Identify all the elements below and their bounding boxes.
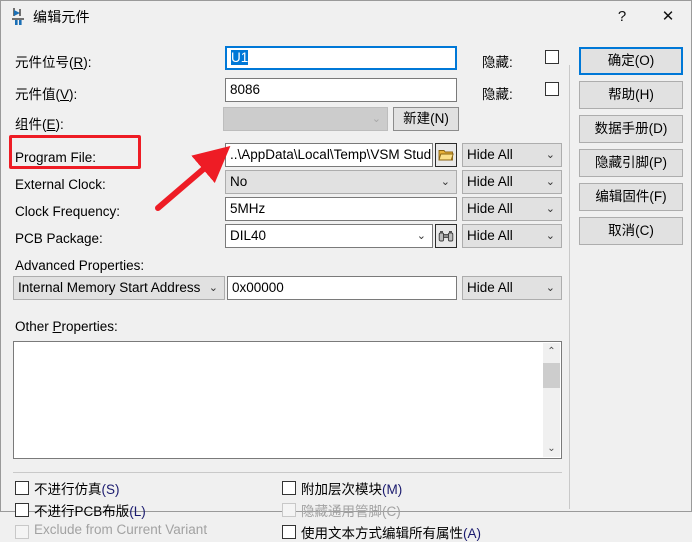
value-hide-label: 隐藏: [482,87,513,102]
chevron-down-icon: ⌄ [416,230,426,242]
advanced-properties-hide-select[interactable]: Hide All ⌄ [462,276,562,300]
reference-label: 元件位号(R): [15,55,92,70]
exclude-variant-checkbox [15,525,29,539]
scroll-up-icon[interactable]: ⌃ [543,343,560,360]
no-pcb-layout-label: 不进行PCB布版(L) [34,504,146,519]
edit-all-as-text-checkbox[interactable] [282,525,296,539]
datasheet-button[interactable]: 数据手册(D) [579,115,683,143]
edit-component-dialog: 编辑元件 ? ✕ 元件位号(R): U1 隐藏: 元件值(V): 8086 隐藏… [0,0,692,541]
chevron-down-icon: ⌄ [545,203,555,215]
clock-frequency-input[interactable]: 5MHz [225,197,457,221]
folder-open-icon[interactable] [435,143,457,167]
chevron-down-icon: ⌄ [545,230,555,242]
chevron-down-icon: ⌄ [545,149,555,161]
dialog-body: 元件位号(R): U1 隐藏: 元件值(V): 8086 隐藏: 组件(E): … [1,31,691,541]
advanced-properties-select[interactable]: Internal Memory Start Address ⌄ [13,276,225,300]
clock-frequency-hide-select[interactable]: Hide All ⌄ [462,197,562,221]
assembly-select[interactable]: ⌄ [223,107,388,131]
exclude-variant-label: Exclude from Current Variant [34,522,208,537]
clock-frequency-label: Clock Frequency: [15,204,121,219]
advanced-properties-value-input[interactable]: 0x00000 [227,276,457,300]
hide-common-pins-checkbox [282,503,296,517]
chevron-down-icon: ⌄ [545,176,555,188]
no-simulation-label: 不进行仿真(S) [34,482,120,497]
edit-firmware-button[interactable]: 编辑固件(F) [579,183,683,211]
external-clock-hide-select[interactable]: Hide All ⌄ [462,170,562,194]
reference-input[interactable]: U1 [225,46,457,70]
value-label: 元件值(V): [15,87,78,102]
chevron-down-icon: ⌄ [371,113,381,125]
chevron-down-icon: ⌄ [208,282,218,294]
textarea-scrollbar[interactable]: ⌃ ⌄ [543,343,560,457]
scroll-down-icon[interactable]: ⌄ [543,440,560,457]
pcb-package-label: PCB Package: [15,231,103,246]
external-clock-select[interactable]: No ⌄ [225,170,457,194]
pcb-package-select[interactable]: DIL40 ⌄ [225,224,433,248]
value-input[interactable]: 8086 [225,78,457,102]
other-properties-textarea[interactable]: ⌃ ⌄ [13,341,562,459]
window-title: 编辑元件 [33,9,90,25]
component-icon [10,7,28,25]
reference-hide-checkbox[interactable] [545,50,559,64]
program-file-hide-select[interactable]: Hide All ⌄ [462,143,562,167]
hide-common-pins-label: 隐藏通用管脚(C) [301,504,401,519]
program-file-input[interactable]: ..\AppData\Local\Temp\VSM Stud [225,143,433,167]
no-pcb-layout-checkbox[interactable] [15,503,29,517]
reference-hide-label: 隐藏: [482,55,513,70]
edit-all-as-text-label: 使用文本方式编辑所有属性(A) [301,526,481,541]
assembly-label: 组件(E): [15,117,64,132]
attach-hierarchy-label: 附加层次模块(M) [301,482,403,497]
cancel-button[interactable]: 取消(C) [579,217,683,245]
title-bar: 编辑元件 ? ✕ [1,1,691,31]
close-button[interactable]: ✕ [645,1,691,31]
program-file-label: Program File: [15,150,97,165]
pcb-package-hide-select[interactable]: Hide All ⌄ [462,224,562,248]
binoculars-icon[interactable] [435,224,457,248]
new-assembly-button[interactable]: 新建(N) [393,107,459,131]
help-button[interactable]: ? [599,1,645,31]
chevron-down-icon: ⌄ [545,282,555,294]
external-clock-label: External Clock: [15,177,106,192]
other-properties-label: Other Properties: [15,319,118,334]
scrollbar-thumb[interactable] [543,363,560,388]
help-action-button[interactable]: 帮助(H) [579,81,683,109]
no-simulation-checkbox[interactable] [15,481,29,495]
ok-button[interactable]: 确定(O) [579,47,683,75]
chevron-down-icon: ⌄ [440,176,450,188]
value-hide-checkbox[interactable] [545,82,559,96]
attach-hierarchy-checkbox[interactable] [282,481,296,495]
hide-pins-button[interactable]: 隐藏引脚(P) [579,149,683,177]
panel-divider [569,65,570,509]
advanced-properties-label: Advanced Properties: [15,258,145,273]
